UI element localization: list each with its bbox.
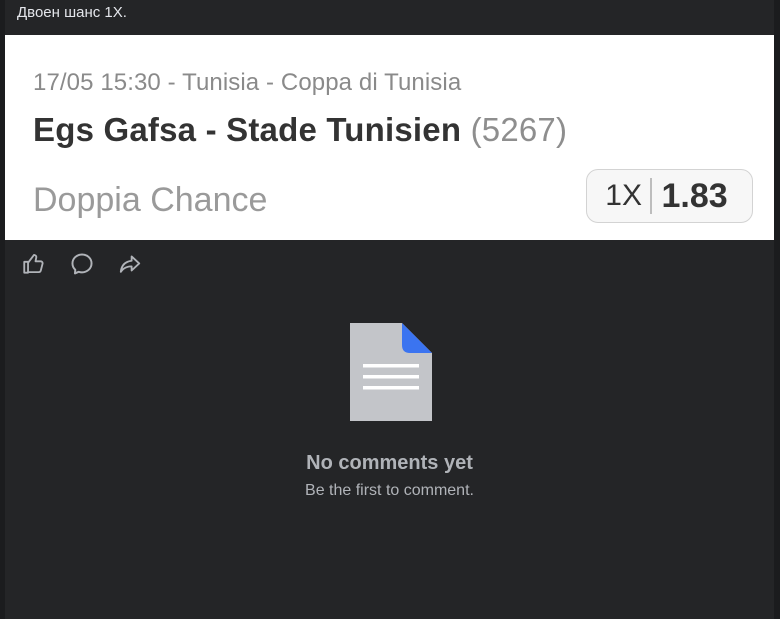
- match-meta: 17/05 15:30 - Tunisia - Coppa di Tunisia: [33, 69, 462, 96]
- share-icon[interactable]: [117, 251, 143, 277]
- match-title: Egs Gafsa - Stade Tunisien (5267): [33, 111, 567, 149]
- empty-comments-subtitle: Be the first to comment.: [305, 482, 474, 499]
- thumbs-up-icon[interactable]: [21, 251, 47, 277]
- match-id: (5267): [470, 111, 568, 148]
- empty-comments-title: No comments yet: [306, 452, 473, 474]
- odds-badge: 1X 1.83: [586, 169, 753, 223]
- post-actions: [21, 251, 143, 277]
- comment-icon[interactable]: [69, 251, 95, 277]
- document-icon: [350, 323, 432, 421]
- post-caption: Двоен шанс 1X.: [17, 4, 127, 21]
- odds-value: 1.83: [661, 176, 728, 215]
- window-backdrop: Двоен шанс 1X. 17/05 15:30 - Tunisia - C…: [0, 0, 780, 619]
- market-name: Doppia Chance: [33, 181, 268, 219]
- odds-selection: 1X: [605, 179, 642, 212]
- bet-slip-image[interactable]: 17/05 15:30 - Tunisia - Coppa di Tunisia…: [5, 35, 774, 240]
- match-teams: Egs Gafsa - Stade Tunisien: [33, 111, 462, 148]
- post-panel: Двоен шанс 1X. 17/05 15:30 - Tunisia - C…: [5, 0, 774, 619]
